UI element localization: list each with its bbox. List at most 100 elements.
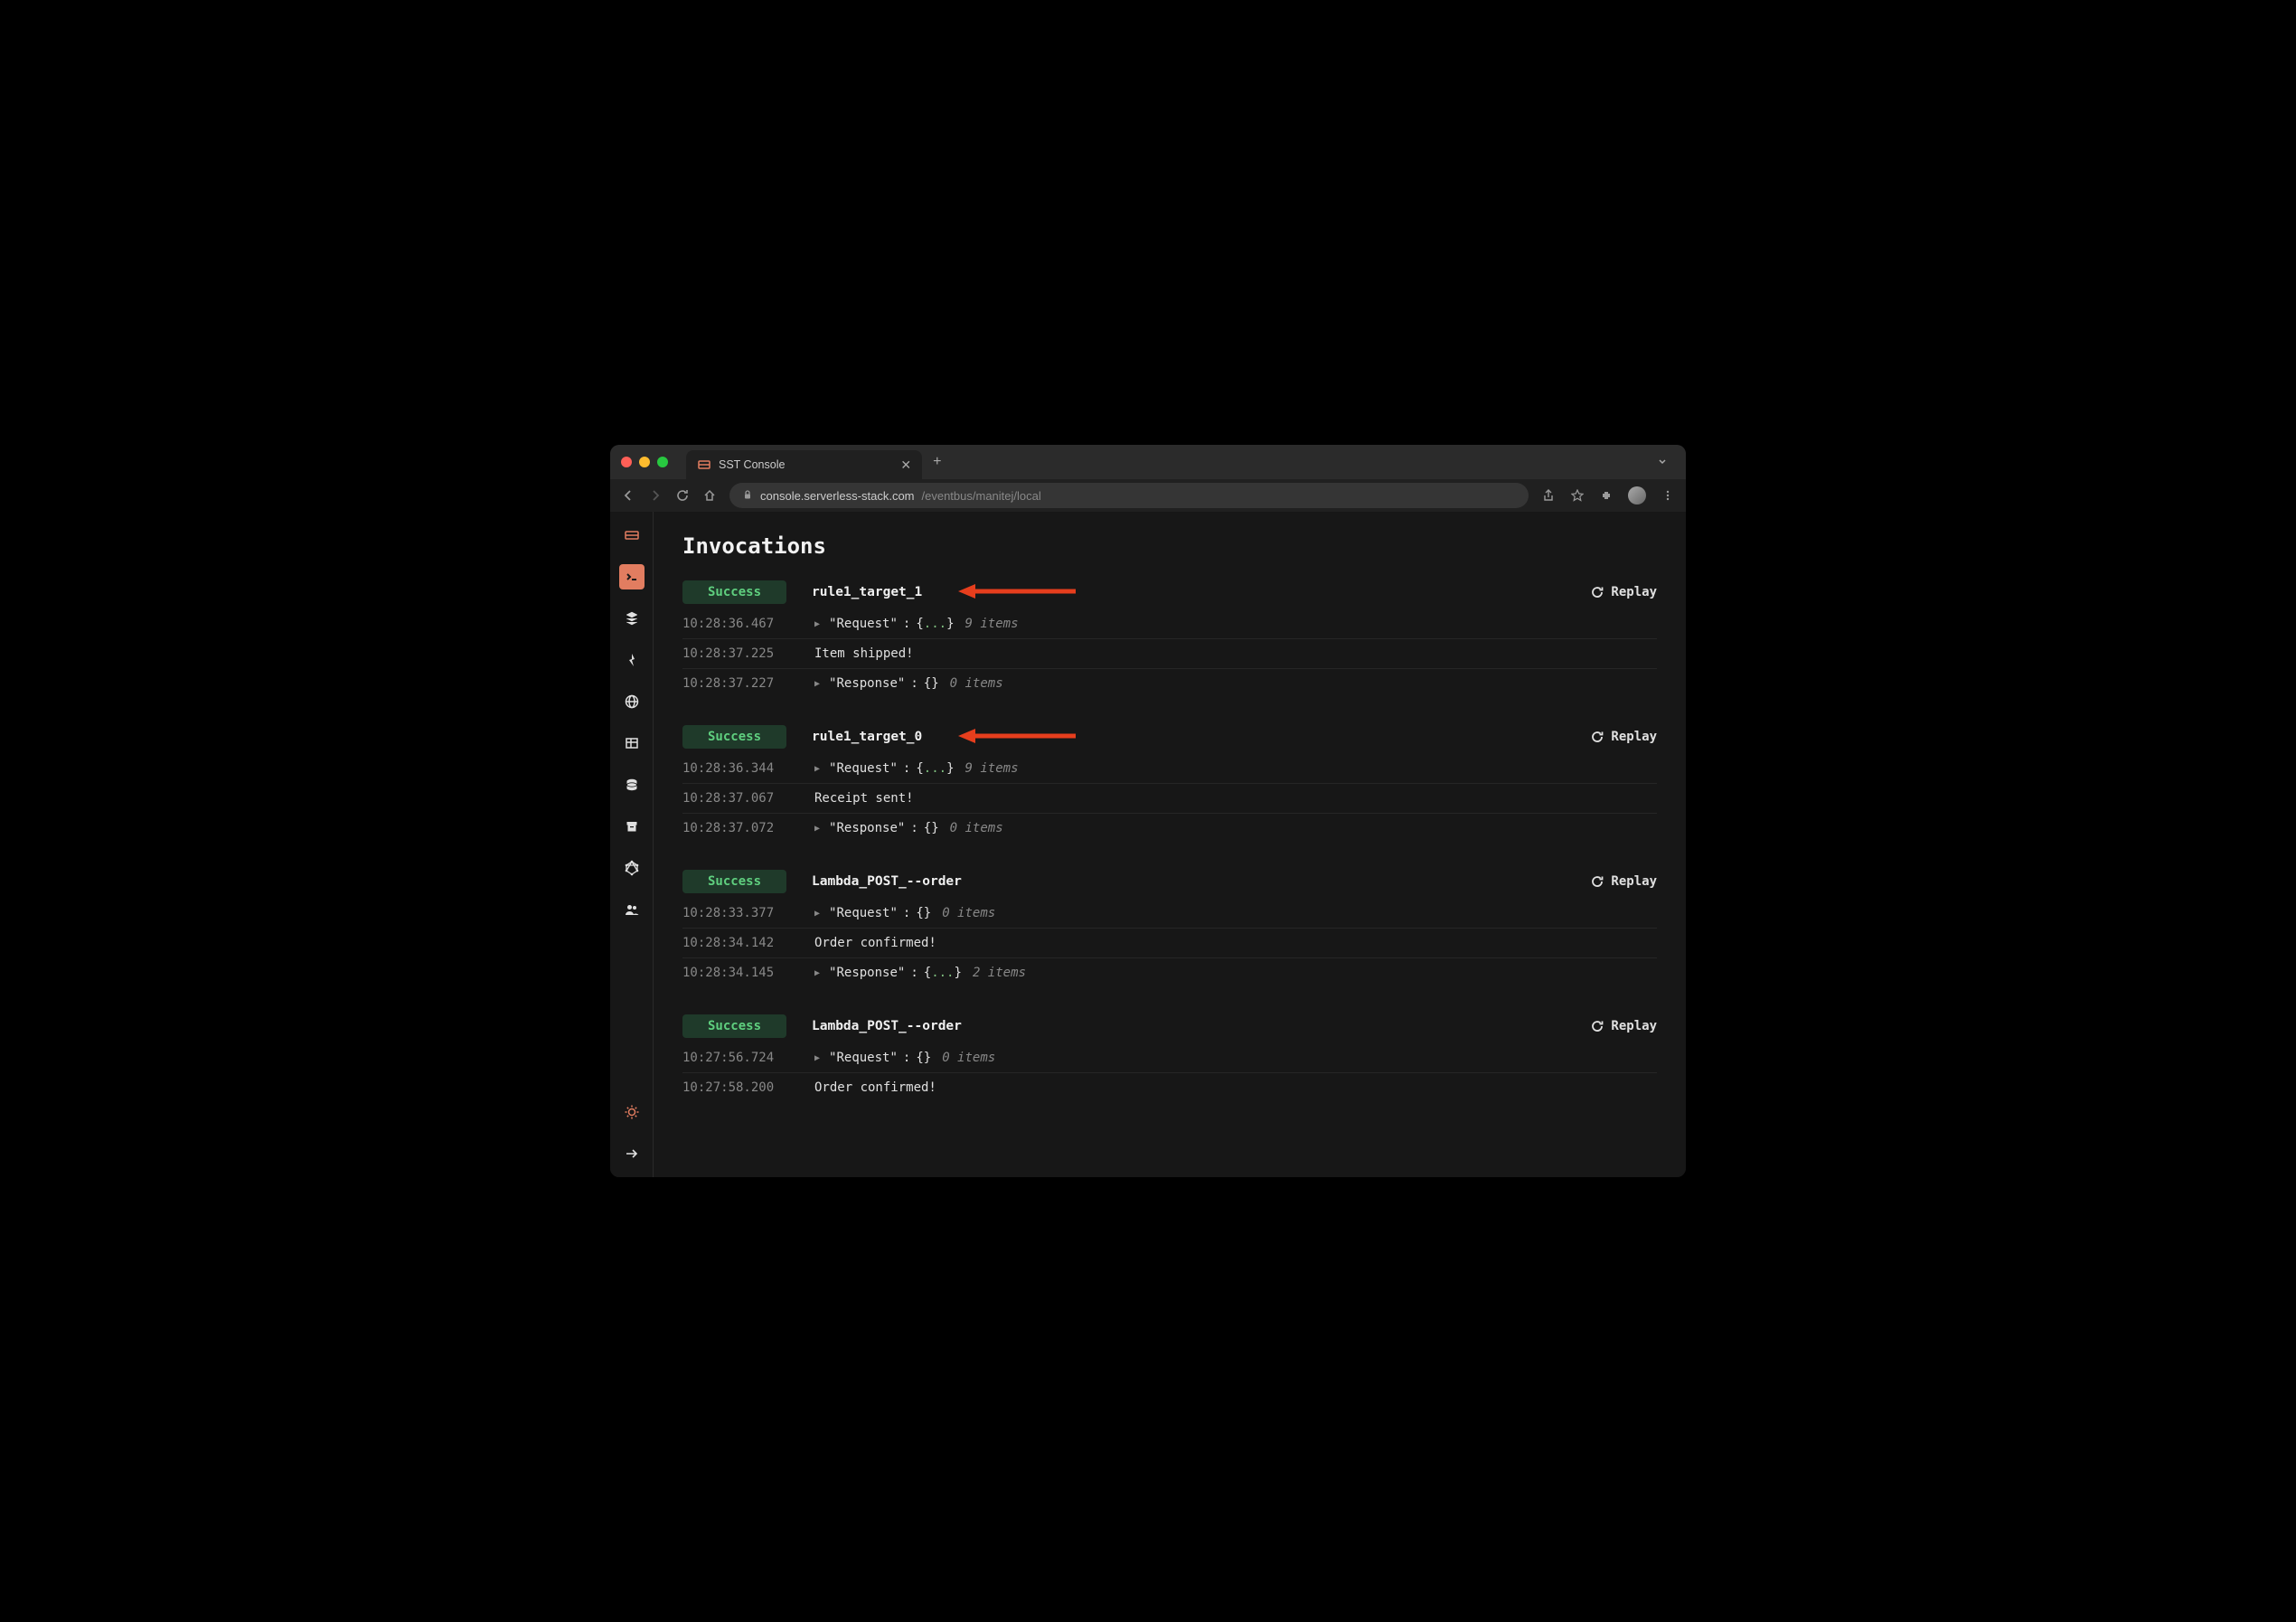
replay-icon [1591,875,1604,888]
log-content: ▶"Request" : {...}9 items [814,617,1019,631]
log-row: 10:28:37.227▶"Response" : {}0 items [682,669,1657,698]
sidebar-terminal-icon[interactable] [619,564,645,589]
sidebar-collapse-icon[interactable] [619,1141,645,1166]
log-content: ▶"Response" : {...}2 items [814,966,1026,980]
sidebar-api-icon[interactable] [619,689,645,714]
maximize-window-button[interactable] [657,457,668,467]
invocation-name: rule1_target_1 [812,585,922,599]
timestamp: 10:27:56.724 [682,1051,793,1065]
invocation-header: SuccessLambda_POST_--orderReplay [682,870,1657,893]
address-bar[interactable]: console.serverless-stack.com/eventbus/ma… [729,483,1529,508]
item-count: 9 items [965,617,1019,631]
url-host: console.serverless-stack.com [760,489,915,503]
item-count: 9 items [965,761,1019,776]
json-label: "Response" [829,821,905,835]
item-count: 0 items [942,1051,995,1065]
timestamp: 10:28:36.467 [682,617,793,631]
sidebar-table-icon[interactable] [619,731,645,756]
tabs-dropdown-button[interactable] [1650,456,1675,469]
colon: : [910,966,917,980]
invocation-block: Success rule1_target_1 Replay 10:28:36.467 ▶… [682,580,1657,698]
menu-icon[interactable] [1661,488,1675,503]
log-row: 10:28:37.072▶"Response" : {}0 items [682,814,1657,843]
timestamp: 10:28:37.225 [682,646,793,661]
timestamp: 10:28:37.227 [682,676,793,691]
expand-toggle-icon[interactable]: ▶ [814,679,820,689]
invocation-block: SuccessLambda_POST_--orderReplay 10:28:33… [682,870,1657,987]
log-content: ▶"Request" : {}0 items [814,1051,995,1065]
invocations-list: Success rule1_target_1 Replay 10:28:36.467 ▶… [682,580,1657,1102]
profile-avatar[interactable] [1628,486,1646,505]
json-label: "Response" [829,676,905,691]
url-actions [1541,486,1675,505]
invocation-name: rule1_target_0 [812,730,922,744]
reload-button[interactable] [675,488,690,503]
timestamp: 10:28:37.072 [682,821,793,835]
log-message: Order confirmed! [814,1080,936,1095]
sidebar-users-icon[interactable] [619,897,645,922]
log-row: 10:28:36.467▶"Request" : {...}9 items [682,609,1657,639]
invocation-block: SuccessLambda_POST_--orderReplay 10:27:56… [682,1014,1657,1102]
expand-toggle-icon[interactable]: ▶ [814,968,820,978]
replay-button[interactable]: Replay [1591,730,1657,744]
log-row: 10:28:33.377 ▶"Request" : {}0 items [682,899,1657,929]
json-braces: {} [916,1051,931,1065]
sidebar-theme-icon[interactable] [619,1099,645,1125]
json-braces: {...} [916,617,954,631]
timestamp: 10:28:37.067 [682,791,793,806]
timestamp: 10:28:36.344 [682,761,793,776]
status-badge: Success [682,870,786,893]
minimize-window-button[interactable] [639,457,650,467]
status-badge: Success [682,580,786,604]
expand-toggle-icon[interactable]: ▶ [814,824,820,834]
json-braces: {} [924,821,939,835]
expand-toggle-icon[interactable]: ▶ [814,619,820,629]
url-bar: console.serverless-stack.com/eventbus/ma… [610,479,1686,512]
tab-favicon-icon [697,457,711,472]
expand-toggle-icon[interactable]: ▶ [814,909,820,919]
sidebar-graphql-icon[interactable] [619,855,645,881]
invocation-header: Successrule1_target_0Replay [682,725,1657,749]
bookmark-star-icon[interactable] [1570,488,1585,503]
home-button[interactable] [702,488,717,503]
new-tab-button[interactable]: + [933,454,941,470]
log-content: Receipt sent! [814,791,914,806]
sidebar-stacks-icon[interactable] [619,606,645,631]
log-message: Receipt sent! [814,791,914,806]
sidebar-functions-icon[interactable] [619,647,645,673]
replay-icon [1591,731,1604,743]
replay-button[interactable]: Replay [1591,585,1657,599]
sidebar-bucket-icon[interactable] [619,814,645,839]
extensions-icon[interactable] [1599,488,1614,503]
log-content: Order confirmed! [814,1080,936,1095]
log-content: ▶"Request" : {...}9 items [814,761,1019,776]
replay-button[interactable]: Replay [1591,1019,1657,1033]
log-row: 10:28:36.344▶"Request" : {...}9 items [682,754,1657,784]
timestamp: 10:28:34.142 [682,936,793,950]
json-label: "Request" [829,617,898,631]
json-braces: {...} [916,761,954,776]
expand-toggle-icon[interactable]: ▶ [814,1053,820,1063]
browser-tab[interactable]: SST Console ✕ [686,450,922,479]
replay-button[interactable]: Replay [1591,874,1657,889]
sidebar-logo-icon[interactable] [619,523,645,548]
log-content: ▶"Request" : {}0 items [814,906,995,920]
tab-close-button[interactable]: ✕ [900,457,911,473]
colon: : [910,821,917,835]
url-path: /eventbus/manitej/local [922,489,1041,503]
log-content: Order confirmed! [814,936,936,950]
log-content: ▶"Response" : {}0 items [814,821,1003,835]
share-icon[interactable] [1541,488,1556,503]
json-label: "Request" [829,1051,898,1065]
close-window-button[interactable] [621,457,632,467]
invocation-header: SuccessLambda_POST_--orderReplay [682,1014,1657,1038]
forward-button[interactable] [648,488,663,503]
json-braces: {...} [924,966,962,980]
back-button[interactable] [621,488,635,503]
browser-window: SST Console ✕ + console.serverless-stack… [610,445,1686,1177]
timestamp: 10:28:33.377 [682,906,793,920]
log-row: 10:27:58.200Order confirmed! [682,1073,1657,1102]
expand-toggle-icon[interactable]: ▶ [814,764,820,774]
invocation-header: Success rule1_target_1 Replay [682,580,1657,604]
sidebar-database-icon[interactable] [619,772,645,797]
